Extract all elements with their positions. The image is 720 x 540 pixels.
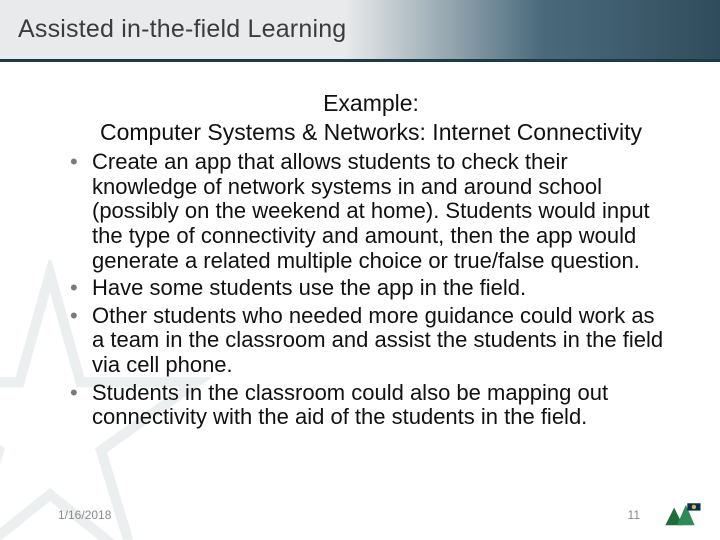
page-number: 11: [628, 508, 640, 522]
list-item: Have some students use the app in the fi…: [70, 276, 672, 301]
list-item: Students in the classroom could also be …: [70, 381, 672, 430]
example-subheading: Computer Systems & Networks: Internet Co…: [70, 119, 672, 146]
list-item: Create an app that allows students to ch…: [70, 150, 672, 273]
example-heading: Example:: [70, 90, 672, 117]
bullet-list: Create an app that allows students to ch…: [70, 150, 672, 430]
footer-right: 11: [628, 500, 702, 530]
slide-title: Assisted in-the-field Learning: [18, 15, 346, 44]
content-area: Example: Computer Systems & Networks: In…: [0, 62, 720, 430]
slide: Assisted in-the-field Learning Example: …: [0, 0, 720, 540]
organization-logo-icon: [658, 500, 702, 530]
footer-date: 1/16/2018: [58, 508, 111, 522]
title-bar: Assisted in-the-field Learning: [0, 0, 720, 62]
list-item: Other students who needed more guidance …: [70, 304, 672, 378]
footer: 1/16/2018 11: [0, 500, 720, 530]
